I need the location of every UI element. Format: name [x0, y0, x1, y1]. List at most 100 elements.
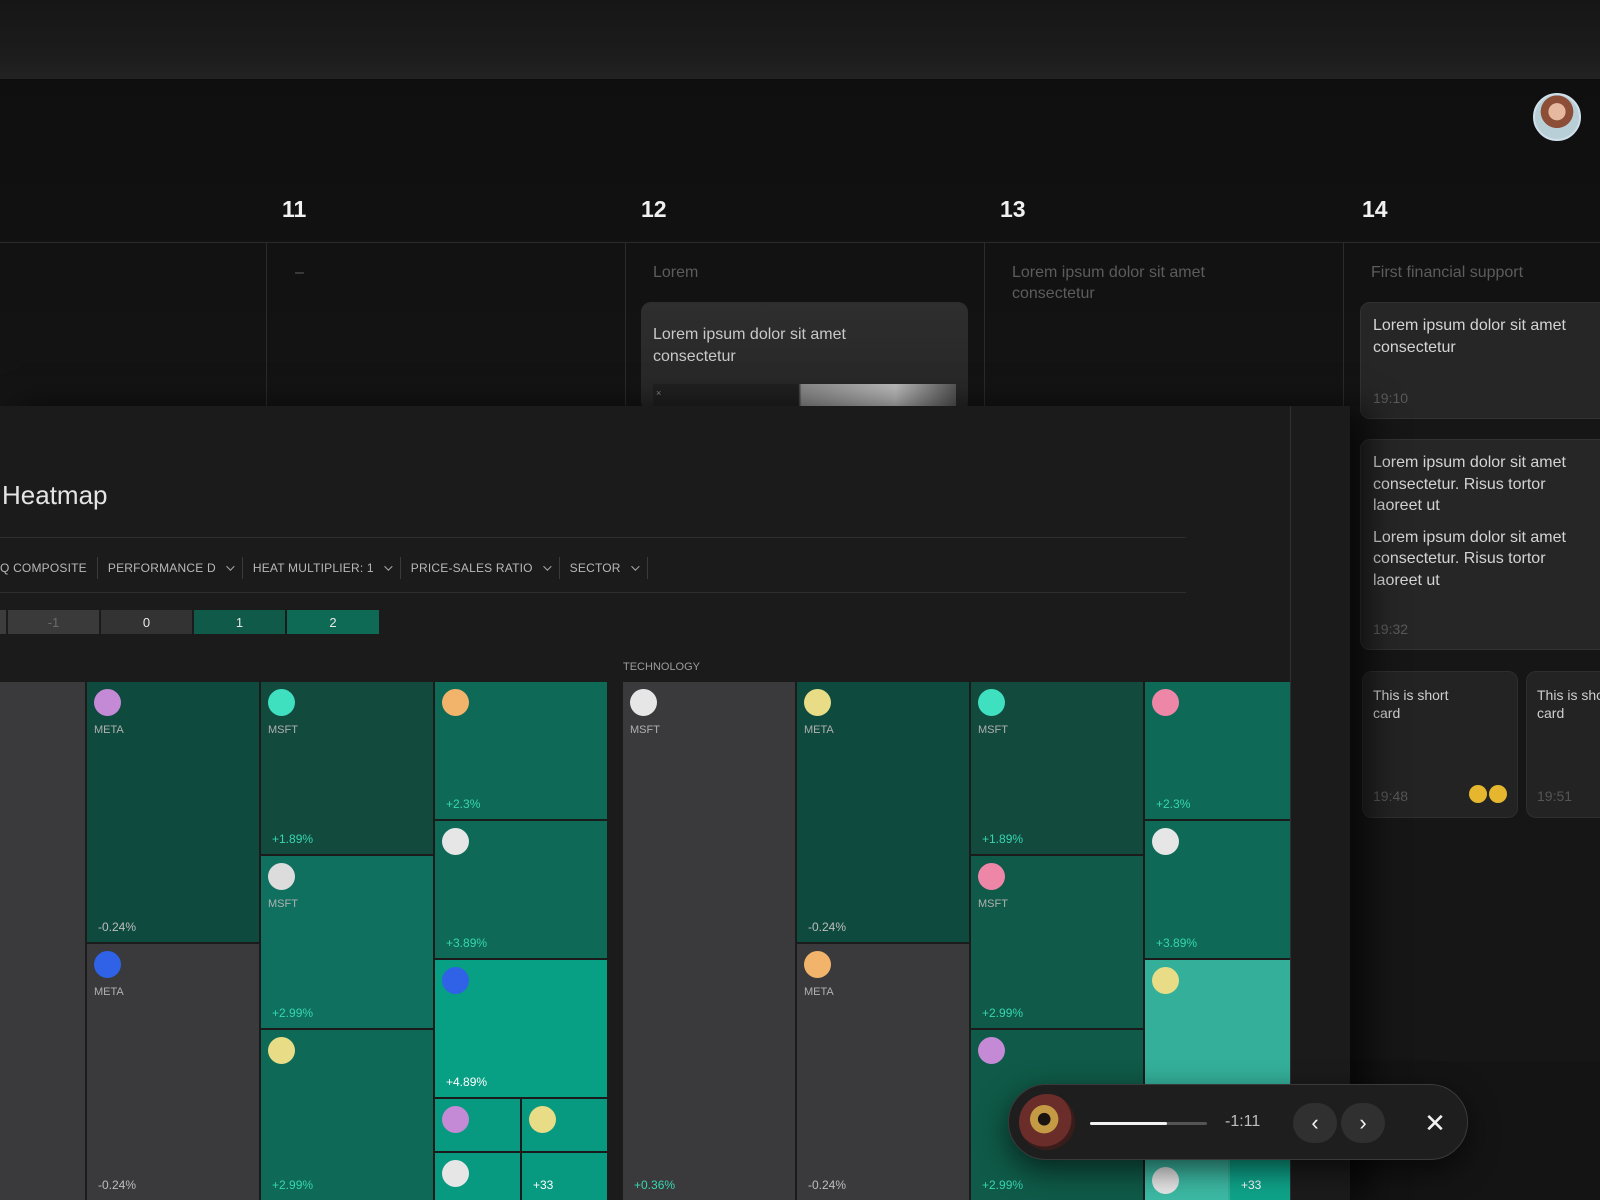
user-avatar[interactable] [1533, 93, 1581, 141]
percent-change: +1.89% [982, 832, 1024, 846]
scale-step: 2 [287, 610, 379, 634]
percent-change: -0.24% [808, 920, 847, 934]
ticker-symbol: META [94, 724, 124, 736]
ticker-symbol: META [804, 986, 834, 998]
progress-fill [1090, 1122, 1168, 1125]
company-logo-icon [268, 689, 295, 716]
heatmap-tile[interactable] [522, 1099, 607, 1151]
short-card[interactable]: This is shc card 19:51 [1526, 671, 1600, 818]
filter-sector[interactable]: SECTOR [560, 557, 648, 579]
filter-composite[interactable]: Q COMPOSITE [0, 557, 98, 579]
previous-button[interactable]: ‹ [1293, 1103, 1337, 1143]
column-divider [1343, 242, 1344, 406]
company-logo-icon [442, 967, 469, 994]
filter-performance[interactable]: PERFORMANCE D [98, 557, 243, 579]
ticker-symbol: META [94, 986, 124, 998]
heatmap-title: Heatmap [2, 480, 108, 510]
chat-message[interactable]: Lorem ipsum dolor sit amet consectetur 1… [1360, 302, 1600, 419]
sector-label: TECHNOLOGY [623, 661, 701, 673]
day-13-event[interactable]: Lorem ipsum dolor sit amet consectetur [1012, 262, 1252, 304]
chevron-down-icon [542, 562, 552, 571]
more-count: +33 [533, 1178, 554, 1192]
top-bar [0, 0, 1600, 80]
short-card-text: This is shc card [1537, 687, 1600, 721]
technology-tile[interactable]: +33 [1230, 1160, 1290, 1200]
day-14-event[interactable]: First financial support [1371, 262, 1523, 283]
chat-message-text: Lorem ipsum dolor sit amet consectetur. … [1373, 454, 1566, 514]
chat-message-time: 19:10 [1373, 390, 1409, 406]
company-logo-icon [630, 689, 657, 716]
heatmap-tile[interactable]: +3.89% [435, 821, 607, 958]
company-logo-icon [442, 689, 469, 716]
filter-divider-top [0, 537, 1186, 538]
technology-tile[interactable]: MSFT +0.36% [623, 682, 795, 1200]
day-12-number: 12 [641, 196, 667, 222]
filter-price-sales[interactable]: PRICE-SALES RATIO [401, 557, 560, 579]
technology-tile[interactable]: +2.3% [1145, 682, 1290, 819]
short-card-time: 19:48 [1373, 788, 1409, 804]
company-logo-icon [1152, 689, 1179, 716]
close-button[interactable]: ✕ [1418, 1106, 1452, 1140]
filter-heat-multiplier[interactable]: HEAT MULTIPLIER: 1 [243, 557, 401, 579]
filter-label: Q COMPOSITE [0, 561, 87, 575]
technology-tile[interactable]: MSFT +1.89% [971, 682, 1143, 854]
album-cover[interactable] [1019, 1094, 1075, 1150]
percent-change: +3.89% [446, 936, 488, 950]
technology-tile[interactable]: META -0.24% [797, 682, 969, 942]
ticker-symbol: MSFT [978, 724, 1008, 736]
technology-tile[interactable] [1145, 1160, 1228, 1200]
heatmap-tile[interactable]: +33 [522, 1153, 607, 1200]
short-card-time: 19:51 [1537, 788, 1573, 804]
heatmap-tile[interactable]: META -0.24% [87, 944, 259, 1200]
heatmap-tile[interactable]: +2.99% [261, 1030, 433, 1200]
event-card-text: Lorem ipsum dolor sit amet consectetur [653, 326, 846, 365]
column-divider [984, 242, 985, 406]
percent-change: +0.36% [634, 1178, 676, 1192]
technology-tile[interactable]: META -0.24% [797, 944, 969, 1200]
heatmap-tile[interactable] [435, 1099, 520, 1151]
progress-track[interactable] [1090, 1122, 1207, 1125]
technology-tile[interactable]: +3.89% [1145, 821, 1290, 958]
heatmap-tile[interactable]: META -0.24% [87, 682, 259, 942]
filter-label: SECTOR [569, 561, 621, 575]
panel-divider [1290, 406, 1291, 1200]
short-card-text: This is short card [1373, 687, 1449, 721]
heatmap-tile[interactable]: +2.3% [435, 682, 607, 819]
company-logo-icon [442, 1160, 469, 1187]
short-card[interactable]: This is short card 19:48 [1362, 671, 1518, 818]
percent-change: +3.89% [1156, 936, 1198, 950]
filter-label: PRICE-SALES RATIO [410, 561, 533, 575]
heatmap-tile[interactable] [435, 1153, 520, 1200]
ticker-symbol: META [804, 724, 834, 736]
percent-change: +2.99% [982, 1178, 1024, 1192]
company-logo-icon [804, 951, 831, 978]
chat-message[interactable]: Lorem ipsum dolor sit amet consectetur. … [1360, 439, 1600, 650]
heatmap-tile[interactable]: +4.89% [435, 960, 607, 1097]
percent-change: +2.99% [272, 1178, 314, 1192]
percent-change: +2.99% [982, 1006, 1024, 1020]
company-logo-icon [978, 863, 1005, 890]
heatmap-tile[interactable]: MSFT +1.89% [261, 682, 433, 854]
company-logo-icon [804, 689, 831, 716]
percent-change: +2.3% [1156, 797, 1191, 811]
scale-step [0, 610, 6, 634]
company-logo-icon [442, 1106, 469, 1133]
close-icon: ✕ [1424, 1107, 1446, 1138]
chat-message-text: Lorem ipsum dolor sit amet consectetur. … [1373, 528, 1566, 589]
filter-label: HEAT MULTIPLIER: 1 [252, 561, 374, 575]
heatmap-tile[interactable] [0, 682, 85, 1200]
heatmap-tile[interactable]: MSFT +2.99% [261, 856, 433, 1028]
calendar-header-divider [0, 242, 1600, 243]
next-button[interactable]: › [1341, 1103, 1385, 1143]
remaining-time: -1:11 [1225, 1113, 1261, 1130]
day-12-event-title[interactable]: Lorem [653, 262, 698, 283]
close-icon[interactable]: × [656, 388, 661, 398]
technology-tile[interactable]: MSFT +2.99% [971, 856, 1143, 1028]
music-player: -1:11 ‹ › ✕ [1008, 1084, 1468, 1160]
scale-step: 1 [194, 610, 285, 634]
column-divider [266, 242, 267, 406]
ticker-symbol: MSFT [268, 724, 298, 736]
filter-divider-bottom [0, 592, 1186, 593]
percent-change: +2.99% [272, 1006, 314, 1020]
day-12-event-card[interactable]: Lorem ipsum dolor sit amet consectetur × [641, 302, 968, 412]
